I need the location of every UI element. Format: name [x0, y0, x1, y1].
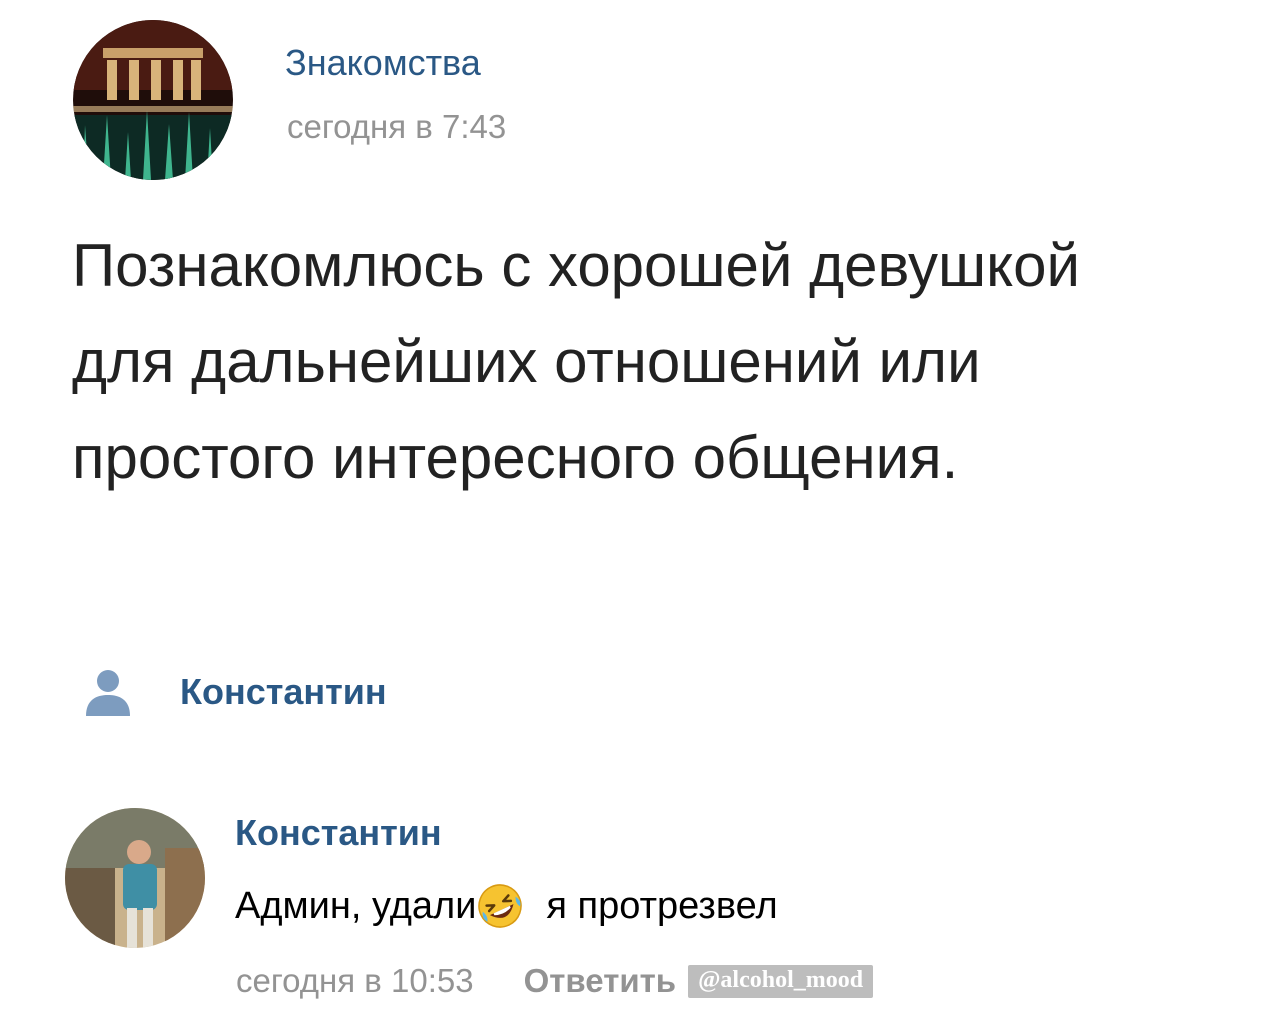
signer-name[interactable]: Константин: [180, 671, 387, 713]
comment-author[interactable]: Константин: [235, 812, 442, 854]
comment-avatar-image: [65, 808, 205, 948]
post-text: Познакомлюсь с хорошей девушкой для даль…: [72, 232, 1080, 491]
post-timestamp[interactable]: сегодня в 7:43: [287, 108, 506, 146]
post-signer[interactable]: Константин: [82, 662, 387, 722]
group-avatar[interactable]: [73, 20, 233, 180]
reply-button[interactable]: Ответить: [524, 962, 677, 1000]
group-name[interactable]: Знакомства: [285, 42, 481, 84]
user-icon: [86, 670, 130, 716]
comment-text: Админ, удали я протрезвел: [235, 882, 778, 930]
group-avatar-image: [73, 20, 233, 180]
comment-avatar[interactable]: [65, 808, 205, 948]
comment-meta: сегодня в 10:53 Ответить @alcohol_mood: [236, 962, 874, 1000]
comment-timestamp[interactable]: сегодня в 10:53: [236, 962, 474, 1000]
comment-text-end: я протрезвел: [546, 884, 778, 927]
watermark-badge: @alcohol_mood: [688, 964, 874, 998]
comment-text-start: Админ, удали: [235, 884, 477, 927]
laughing-emoji-icon: [478, 884, 523, 928]
